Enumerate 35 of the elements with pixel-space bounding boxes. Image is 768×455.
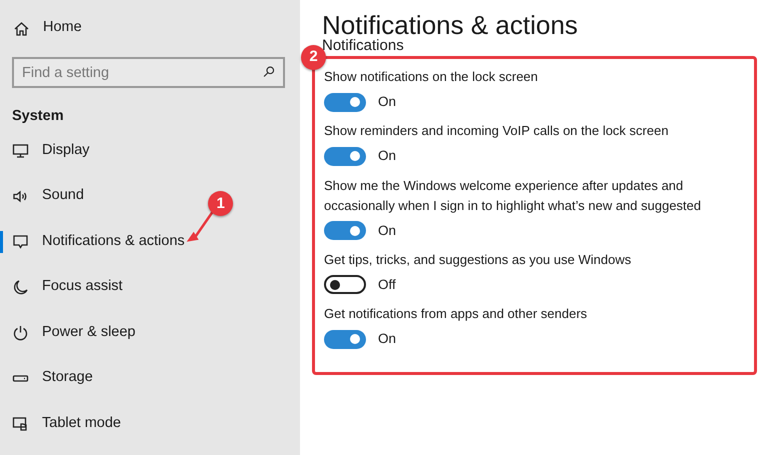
page-title: Notifications & actions: [322, 9, 579, 40]
toggle-state: On: [378, 147, 396, 166]
sidebar-item[interactable]: Tablet mode: [0, 401, 121, 446]
toggle-state: On: [378, 222, 396, 240]
monitor-icon: [12, 142, 29, 160]
toggle-switch[interactable]: [324, 146, 366, 166]
sidebar-item[interactable]: Power & sleep: [0, 310, 136, 356]
toggle-state: Off: [378, 276, 396, 294]
toggle-switch[interactable]: [324, 92, 366, 112]
toggle-state: On: [378, 93, 396, 111]
search-field[interactable]: Find a setting: [12, 57, 285, 88]
sidebar-item[interactable]: Display: [0, 128, 90, 174]
toggle-switch[interactable]: [324, 330, 366, 349]
setting-label: Get tips, tricks, and suggestions as you use Windows: [324, 250, 632, 269]
toggle-state: On: [378, 330, 396, 348]
step-number: 2: [301, 45, 326, 70]
home-nav-item[interactable]: Home: [0, 14, 285, 42]
toggle-switch[interactable]: [324, 275, 366, 294]
sidebar-item[interactable]: Storage: [0, 356, 93, 401]
section-heading: System: [12, 107, 65, 126]
search-icon: [262, 65, 276, 79]
setting-label: Get notifications from apps and other senders: [324, 305, 588, 323]
power-icon: [12, 324, 29, 342]
sidebar-item[interactable]: Notifications & actions: [0, 219, 185, 264]
moon-icon: [12, 278, 29, 296]
setting-label: Show me the Windows welcome experience after updates and occasionally when I sign in to highlight what’s new and suggested: [324, 176, 702, 215]
arrow: [186, 211, 214, 242]
tablet-icon: [12, 415, 29, 432]
setting-label: Show reminders and incoming VoIP calls on the lock screen: [324, 122, 670, 140]
sidebar-item[interactable]: Focus assist: [0, 264, 123, 310]
sidebar-item[interactable]: Sound: [0, 174, 84, 219]
toggle-switch[interactable]: [324, 221, 366, 240]
home-icon: [13, 20, 30, 36]
message-icon: [12, 233, 29, 250]
setting-label: Show notifications on the lock screen: [324, 68, 539, 86]
